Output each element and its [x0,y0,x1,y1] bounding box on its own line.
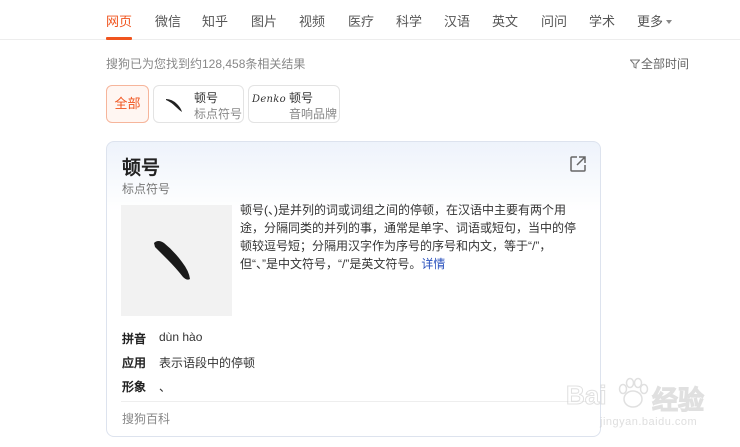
tab-web[interactable]: 网页 [106,11,132,30]
tab-wenwen[interactable]: 问问 [541,11,567,30]
description-text: 顿号(、)是并列的词或词组之间的停顿，在汉语中主要有两个用途，分隔同类的并列的事… [240,203,577,271]
time-filter-label: 全部时间 [641,57,690,71]
time-filter[interactable]: 全部时间 [629,55,690,72]
card-title[interactable]: 顿号 [122,153,160,180]
attr-label-pinyin: 拼音 [122,332,147,346]
search-nav-bar: 网页 微信 知乎 图片 视频 医疗 科学 汉语 英文 问问 学术 更多 [0,0,740,40]
attr-label-shape: 形象 [122,380,147,394]
knowledge-card: 顿号 标点符号 顿号(、)是并列的词或词组之间的停顿，在汉语中主要有两个用途，分… [106,141,601,437]
filter-icon [629,59,641,69]
paw-icon [618,377,649,408]
active-tab-indicator [106,37,132,40]
watermark-logo: Bai 经验 jingyan.baidu.com [565,362,736,434]
dunhao-image[interactable] [121,205,232,316]
tab-video[interactable]: 视频 [299,11,325,30]
tab-more[interactable]: 更多 [637,11,673,30]
tab-images[interactable]: 图片 [251,11,277,30]
tab-science[interactable]: 科学 [396,11,422,30]
card-divider [121,401,587,402]
dunhao-thumb-icon [166,99,182,112]
chip-title: 顿号 [194,91,219,105]
watermark-text-bai: Bai [565,380,607,411]
chip-punctuation[interactable]: 顿号 标点符号 [153,85,244,123]
card-description: 顿号(、)是并列的词或词组之间的停顿，在汉语中主要有两个用途，分隔同类的并列的事… [240,201,580,273]
tab-more-label: 更多 [637,14,664,29]
attr-value-shape: 、 [159,380,172,394]
tab-chinese[interactable]: 汉语 [444,11,470,30]
watermark-url: jingyan.baidu.com [600,416,698,428]
attr-value-pinyin: dùn hào [159,330,203,344]
tab-english[interactable]: 英文 [492,11,518,30]
chip-subtitle: 标点符号 [194,107,243,121]
attr-label-usage: 应用 [122,356,147,370]
tab-zhihu[interactable]: 知乎 [202,11,228,30]
chevron-down-icon [666,19,673,24]
denko-logo: Denko [252,94,286,105]
result-count: 搜狗已为您找到约128,458条相关结果 [106,57,306,71]
dunhao-glyph-icon [154,241,190,280]
tab-wechat[interactable]: 微信 [155,11,181,30]
chip-title: 顿号 [289,91,314,105]
tab-academic[interactable]: 学术 [589,11,615,30]
attr-value-usage: 表示语段中的停顿 [159,356,256,370]
card-source[interactable]: 搜狗百科 [122,410,170,427]
card-subtitle: 标点符号 [122,182,171,196]
watermark-text-jingyan: 经验 [651,385,705,416]
external-link-icon[interactable] [568,154,588,174]
tab-medical[interactable]: 医疗 [348,11,374,30]
chip-all[interactable]: 全部 [106,85,149,123]
detail-link[interactable]: 详情 [421,257,445,271]
chip-subtitle: 音响品牌 [289,107,338,121]
chip-brand[interactable]: Denko 顿号 音响品牌 [248,85,340,123]
